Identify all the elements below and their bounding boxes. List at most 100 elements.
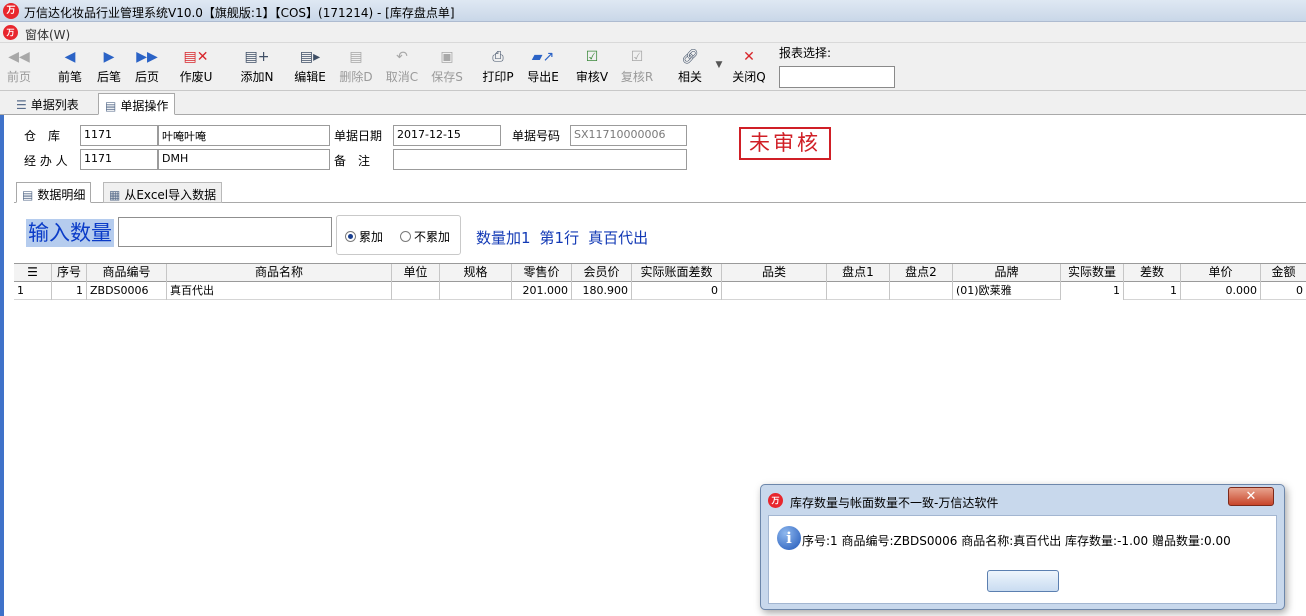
date-field[interactable]: 2017-12-15 — [393, 125, 501, 146]
close-button[interactable]: ✕ 关闭Q — [729, 48, 769, 88]
related-dropdown[interactable]: ▼ — [713, 56, 725, 96]
col-header[interactable]: 会员价 — [572, 264, 632, 282]
excel-icon: ▦ — [109, 188, 121, 202]
export-button[interactable]: ▰↗ 导出E — [523, 48, 563, 88]
col-header[interactable]: 单价 — [1181, 264, 1261, 282]
warehouse-label: 仓 库 — [24, 129, 61, 143]
cell-member-price[interactable]: 180.900 — [572, 282, 632, 300]
recheck-button[interactable]: ☑ 复核R — [617, 48, 657, 88]
accumulate-radio-group: 累加 不累加 — [336, 215, 461, 255]
add-button[interactable]: ▤+ 添加N — [237, 48, 277, 88]
table-row[interactable]: 1 1 ZBDS0006 真百代出 201.000 180.900 0 (01)… — [14, 282, 1306, 300]
handler-name-field[interactable]: DMH — [158, 149, 330, 170]
menu-bar: 万 窗体(W) — [0, 22, 1306, 43]
cell-code[interactable]: ZBDS0006 — [87, 282, 167, 300]
cell-retail-price[interactable]: 201.000 — [512, 282, 572, 300]
cell-book-diff[interactable]: 0 — [632, 282, 722, 300]
menu-window[interactable]: 窗体(W) — [25, 26, 70, 43]
tab-doc-operation[interactable]: ▤ 单据操作 — [98, 93, 176, 115]
dialog-close-button[interactable]: ✕ — [1228, 487, 1274, 506]
cell-diff[interactable]: 1 — [1124, 282, 1181, 300]
radio-unchecked-icon — [400, 231, 411, 242]
cell-unit[interactable] — [392, 282, 440, 300]
col-header[interactable]: 实际数量 — [1061, 264, 1124, 282]
close-icon: ✕ — [1245, 489, 1257, 504]
document-icon: ▤ — [22, 188, 34, 202]
last-page-button[interactable]: ▶▶ 后页 — [132, 48, 162, 88]
cell-name[interactable]: 真百代出 — [167, 282, 392, 300]
dropdown-arrow-icon: ▼ — [715, 60, 723, 70]
prev-record-button[interactable]: ◀ 前笔 — [55, 48, 85, 88]
col-header[interactable]: 金额 — [1261, 264, 1306, 282]
radio-accumulate[interactable]: 累加 — [345, 228, 383, 245]
dialog-message: 序号:1 商品编号:ZBDS0006 商品名称:真百代出 库存数量:-1.00 … — [802, 534, 1231, 548]
col-header[interactable]: 序号 — [52, 264, 87, 282]
qty-input[interactable] — [118, 217, 332, 247]
col-header[interactable]: 品牌 — [953, 264, 1061, 282]
cell-unit-price[interactable]: 0.000 — [1181, 282, 1261, 300]
cell-count1[interactable] — [827, 282, 890, 300]
export-icon: ▰↗ — [531, 49, 555, 65]
col-header[interactable]: 盘点2 — [890, 264, 953, 282]
grid-menu-icon[interactable]: ☰ — [14, 264, 52, 282]
quantity-entry-row: 输入数量 累加 不累加 数量加1 第1行 真百代出 — [14, 203, 1306, 263]
docno-field[interactable]: SX11710000006 — [570, 125, 687, 146]
col-header[interactable]: 商品名称 — [167, 264, 392, 282]
cancel-button[interactable]: ↶ 取消C — [382, 48, 422, 88]
cell-count2[interactable] — [890, 282, 953, 300]
tab-data-detail[interactable]: ▤ 数据明细 — [16, 182, 92, 203]
date-label: 单据日期 — [334, 129, 383, 143]
cell-category[interactable] — [722, 282, 827, 300]
col-header[interactable]: 零售价 — [512, 264, 572, 282]
first-page-button[interactable]: ◀◀ 前页 — [4, 48, 34, 88]
col-header[interactable]: 实际账面差数 — [632, 264, 722, 282]
app-logo-icon: 万 — [3, 3, 19, 19]
delete-button[interactable]: ▤ 删除D — [336, 48, 376, 88]
print-button[interactable]: ⎙ 打印P — [478, 48, 518, 88]
undo-icon: ↶ — [396, 49, 408, 65]
col-header[interactable]: 盘点1 — [827, 264, 890, 282]
void-button[interactable]: ▤✕ 作废U — [176, 48, 216, 88]
info-icon: i — [777, 526, 801, 550]
col-header[interactable]: 差数 — [1124, 264, 1181, 282]
cell-brand[interactable]: (01)欧莱雅 — [953, 282, 1061, 300]
col-header[interactable]: 品类 — [722, 264, 827, 282]
col-header[interactable]: 规格 — [440, 264, 512, 282]
entry-status-message: 数量加1 第1行 真百代出 — [476, 229, 649, 247]
warehouse-name-field[interactable]: 叶唵叶唵 — [158, 125, 330, 146]
radio-checked-icon — [345, 231, 356, 242]
handler-code-field[interactable]: 1171 — [80, 149, 158, 170]
next-record-button[interactable]: ▶ 后笔 — [94, 48, 124, 88]
save-button[interactable]: ▣ 保存S — [427, 48, 467, 88]
menu-logo-icon: 万 — [3, 25, 18, 40]
qty-label: 输入数量 — [26, 219, 114, 247]
tab-doc-list[interactable]: ☰ 单据列表 — [10, 93, 85, 115]
dialog-title-bar: 万 库存数量与帐面数量不一致-万信达软件 ✕ — [761, 485, 1284, 515]
approve-button[interactable]: ☑ 审核V — [572, 48, 612, 88]
cell-actual-qty[interactable]: 1 — [1061, 282, 1124, 300]
related-button[interactable]: 🔗︎ 相关 — [670, 48, 710, 88]
col-header[interactable]: 单位 — [392, 264, 440, 282]
docno-label: 单据号码 — [512, 129, 561, 143]
title-bar: 万 万信达化妆品行业管理系统V10.0【旗舰版:1】【COS】(171214) … — [0, 0, 1306, 22]
dialog-title: 库存数量与帐面数量不一致-万信达软件 — [790, 496, 999, 510]
left-window-edge — [0, 90, 4, 616]
save-icon: ▣ — [440, 49, 454, 65]
remark-field[interactable] — [393, 149, 687, 170]
cell-seq[interactable]: 1 — [52, 282, 87, 300]
cell-spec[interactable] — [440, 282, 512, 300]
report-select-input[interactable] — [779, 66, 895, 88]
recheck-icon: ☑ — [630, 49, 644, 65]
warehouse-code-field[interactable]: 1171 — [80, 125, 158, 146]
mismatch-dialog: 万 库存数量与帐面数量不一致-万信达软件 ✕ i 序号:1 商品编号:ZBDS0… — [760, 484, 1285, 610]
tab-import-excel[interactable]: ▦ 从Excel导入数据 — [103, 182, 223, 203]
dialog-logo-icon: 万 — [768, 493, 783, 508]
approve-icon: ☑ — [585, 49, 599, 65]
col-header[interactable]: 商品编号 — [87, 264, 167, 282]
delete-icon: ▤ — [349, 49, 363, 65]
list-icon: ☰ — [16, 98, 27, 112]
edit-button[interactable]: ▤▸ 编辑E — [290, 48, 330, 88]
cell-amount[interactable]: 0 — [1261, 282, 1306, 300]
dialog-ok-button[interactable] — [987, 570, 1059, 592]
radio-no-accumulate[interactable]: 不累加 — [400, 228, 450, 245]
